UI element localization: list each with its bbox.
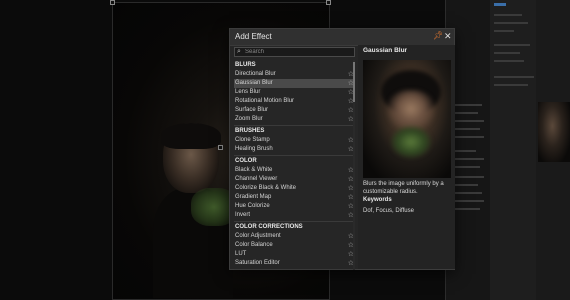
effect-item-label: Color Balance bbox=[235, 242, 273, 248]
effect-item[interactable]: Hue Colorize ☆ bbox=[234, 202, 355, 211]
effect-item-label: Directional Blur bbox=[235, 71, 276, 77]
panel-row bbox=[494, 84, 528, 86]
photo-subject-hair bbox=[161, 123, 221, 149]
panel-row bbox=[494, 22, 528, 24]
panel-row bbox=[454, 150, 476, 152]
panel-row bbox=[454, 166, 480, 168]
effect-item[interactable]: Zoom Blur ☆ bbox=[234, 115, 355, 124]
keywords-value: Dof, Focus, Diffuse bbox=[363, 208, 414, 214]
effect-item-label: Saturation Editor bbox=[235, 260, 280, 266]
search-icon: ⌕ bbox=[237, 48, 241, 55]
effect-item[interactable]: Black & White ☆ bbox=[234, 166, 355, 175]
panel-row bbox=[454, 104, 482, 106]
panel-row bbox=[454, 208, 480, 210]
panel-row bbox=[494, 30, 514, 32]
list-scrollbar[interactable] bbox=[353, 60, 355, 270]
preview-image bbox=[363, 60, 451, 178]
panel-row bbox=[454, 128, 480, 130]
effect-item-label: Rotational Motion Blur bbox=[235, 98, 295, 104]
effect-item-label: Zoom Blur bbox=[235, 116, 263, 122]
scrollbar-thumb[interactable] bbox=[353, 62, 355, 102]
effect-item-label: Invert bbox=[235, 212, 251, 218]
category-header: COLOR CORRECTIONS bbox=[235, 224, 303, 230]
effect-item-label: LUT bbox=[235, 251, 247, 257]
effect-item-label: Healing Brush bbox=[235, 146, 273, 152]
effect-item[interactable]: Colorize Black & White ☆ bbox=[234, 184, 355, 193]
panel-row bbox=[454, 158, 484, 160]
panel-row bbox=[494, 52, 520, 54]
effect-item[interactable]: Gradient Map ☆ bbox=[234, 193, 355, 202]
effect-item[interactable]: Gaussian Blur ☆ bbox=[234, 79, 355, 88]
panel-row bbox=[454, 200, 484, 202]
effect-item[interactable]: Lens Blur ☆ bbox=[234, 88, 355, 97]
effect-item[interactable]: LUT ☆ bbox=[234, 250, 355, 259]
category-divider bbox=[234, 269, 355, 270]
preview-title: Gaussian Blur bbox=[363, 47, 408, 54]
preview-description: Blurs the image uniformly by a customiza… bbox=[363, 181, 444, 195]
panel-row bbox=[454, 120, 484, 122]
keywords-label: Keywords bbox=[363, 197, 392, 203]
effect-item[interactable]: Healing Brush ☆ bbox=[234, 145, 355, 154]
pin-icon[interactable]: 📌︎ bbox=[433, 31, 443, 42]
effect-item-label: Surface Blur bbox=[235, 107, 269, 113]
dialog-titlebar[interactable]: Add Effect 📌︎ ✕ bbox=[230, 29, 454, 46]
effect-item[interactable]: Invert ☆ bbox=[234, 211, 355, 220]
effect-item[interactable]: Channel Viewer ☆ bbox=[234, 175, 355, 184]
panel-row bbox=[454, 112, 478, 114]
effect-item[interactable]: Clone Stamp ☆ bbox=[234, 136, 355, 145]
transform-handle[interactable] bbox=[110, 0, 115, 5]
effect-item[interactable]: Color Adjustment ☆ bbox=[234, 232, 355, 241]
effect-item-label: Lens Blur bbox=[235, 89, 261, 95]
category-header: BLURS bbox=[235, 62, 256, 68]
effect-item-label: Colorize Black & White bbox=[235, 185, 297, 191]
close-icon[interactable]: ✕ bbox=[444, 31, 454, 42]
effect-list[interactable]: BLURS Directional Blur ☆ Gaussian Blur ☆ Lens… bbox=[234, 60, 355, 270]
effect-item-label: Channel Viewer bbox=[235, 176, 278, 182]
effect-item-label: Clone Stamp bbox=[235, 137, 270, 143]
effect-item[interactable]: Color Balance ☆ bbox=[234, 241, 355, 250]
panel-accent bbox=[494, 3, 506, 6]
transform-handle[interactable] bbox=[326, 0, 331, 5]
transform-handle[interactable] bbox=[218, 145, 223, 150]
effect-item[interactable]: Saturation Editor ☆ bbox=[234, 259, 355, 268]
effect-preview-pane: Gaussian Blur Blurs the image uniformly … bbox=[358, 45, 455, 269]
effect-item-label: Gaussian Blur bbox=[235, 80, 273, 86]
panel-row bbox=[454, 136, 484, 138]
search-box[interactable]: ⌕ bbox=[234, 47, 355, 57]
right-panel bbox=[445, 0, 570, 300]
search-input[interactable] bbox=[245, 48, 353, 56]
panel-row bbox=[494, 60, 524, 62]
effect-item[interactable]: Directional Blur ☆ bbox=[234, 70, 355, 79]
add-effect-dialog: Add Effect 📌︎ ✕ ⌕ BLURS Directional Blur☆… bbox=[229, 28, 455, 270]
effect-item[interactable]: Rotational Motion Blur ☆ bbox=[234, 97, 355, 106]
effect-item-label: Hue Colorize bbox=[235, 203, 270, 209]
panel-preview-thumbnail bbox=[538, 102, 570, 162]
panel-row bbox=[454, 192, 482, 194]
preview-plant bbox=[391, 126, 431, 158]
panel-row bbox=[494, 76, 534, 78]
panel-row bbox=[454, 184, 478, 186]
panel-row bbox=[454, 176, 484, 178]
category-header: BRUSHES bbox=[235, 128, 265, 134]
effect-item[interactable]: Surface Blur ☆ bbox=[234, 106, 355, 115]
effect-item-label: Color Adjustment bbox=[235, 233, 281, 239]
panel-row bbox=[494, 44, 530, 46]
effect-item-label: Gradient Map bbox=[235, 194, 272, 200]
dialog-title: Add Effect bbox=[235, 32, 272, 41]
category-header: COLOR bbox=[235, 158, 257, 164]
panel-row bbox=[494, 14, 522, 16]
effect-item-label: Black & White bbox=[235, 167, 273, 173]
